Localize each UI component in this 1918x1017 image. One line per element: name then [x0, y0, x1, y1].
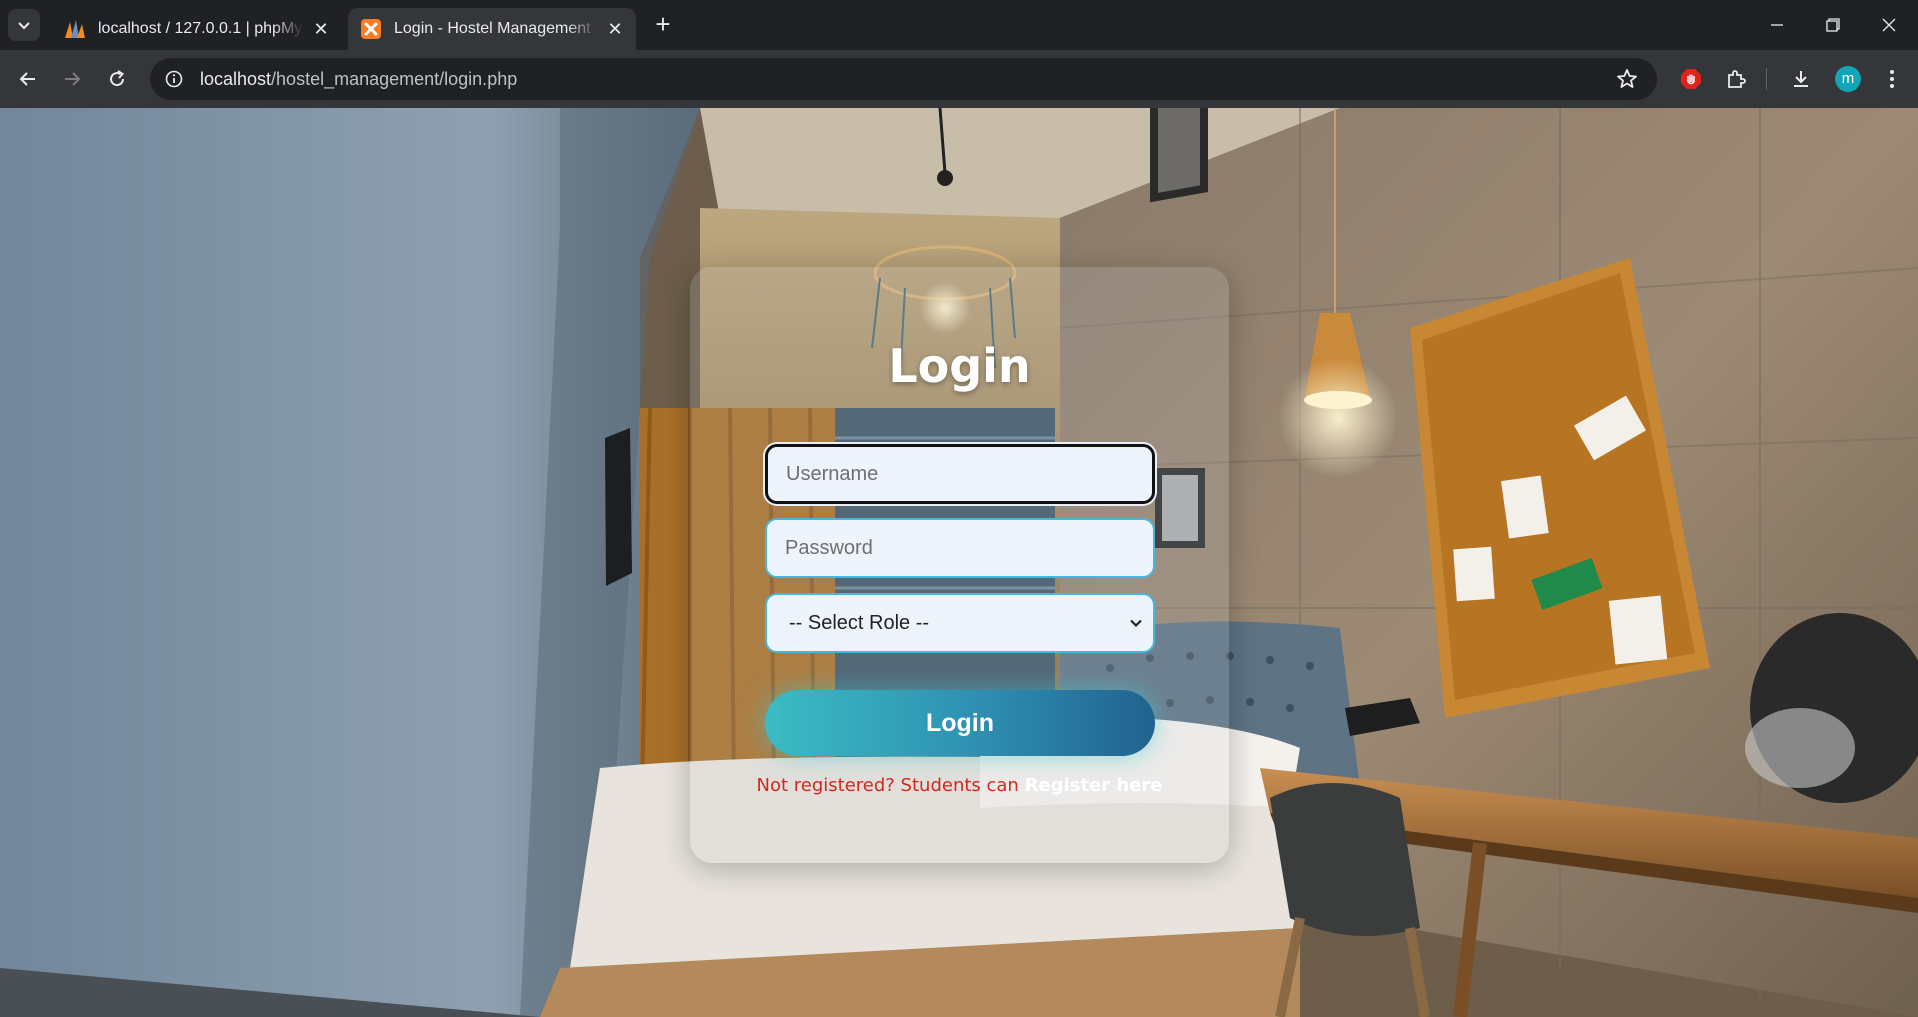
close-icon [1882, 18, 1896, 32]
password-input[interactable] [765, 518, 1155, 578]
forward-button[interactable] [56, 63, 88, 95]
restore-icon [1826, 18, 1840, 32]
role-select-value: -- Select Role -- [789, 611, 930, 634]
login-button[interactable]: Login [765, 690, 1155, 756]
arrow-left-icon [19, 72, 35, 86]
toolbar-separator [1766, 68, 1767, 90]
download-icon[interactable] [1787, 65, 1815, 93]
login-card: Login -- Select Role -- Login Not regist… [690, 267, 1229, 863]
restore-button[interactable] [1810, 10, 1856, 40]
tab-login[interactable]: Login - Hostel Management System ✕ [348, 8, 636, 50]
chevron-down-icon [18, 22, 30, 30]
phpmyadmin-icon [64, 18, 86, 40]
reload-button[interactable] [101, 63, 133, 95]
profile-avatar[interactable]: m [1835, 66, 1861, 92]
register-link[interactable]: Register here [1025, 775, 1163, 796]
url-host: localhost [200, 68, 272, 89]
tab-search-button[interactable] [8, 9, 40, 41]
register-prompt: Not registered? Students can Register he… [690, 775, 1229, 796]
close-tab-icon[interactable]: ✕ [312, 19, 330, 39]
username-input[interactable] [765, 444, 1155, 504]
login-title: Login [888, 339, 1031, 393]
extensions-puzzle-icon[interactable] [1722, 65, 1750, 93]
bookmark-star-icon[interactable] [1615, 67, 1639, 91]
xampp-icon [360, 18, 382, 40]
tab-phpmyadmin[interactable]: localhost / 127.0.0.1 | phpMyAdmin ✕ [52, 8, 342, 50]
browser-tab-strip: localhost / 127.0.0.1 | phpMyAdmin ✕ Log… [0, 0, 1918, 50]
kebab-menu-icon[interactable] [1878, 65, 1906, 93]
url-text[interactable]: localhost/hostel_management/login.php [200, 69, 517, 90]
new-tab-button[interactable]: + [650, 11, 676, 38]
tab-title: Login - Hostel Management System [394, 20, 598, 37]
back-button[interactable] [12, 63, 44, 95]
extension-adblock-icon[interactable] [1677, 65, 1705, 93]
url-path: /hostel_management/login.php [271, 68, 518, 89]
address-bar[interactable]: localhost/hostel_management/login.php [150, 58, 1657, 100]
role-select[interactable]: -- Select Role -- [765, 593, 1155, 653]
tab-title: localhost / 127.0.0.1 | phpMyAdmin [98, 20, 304, 37]
site-info-icon[interactable] [162, 67, 186, 91]
arrow-right-icon [65, 72, 81, 86]
reload-icon [110, 70, 125, 87]
page-viewport: Login -- Select Role -- Login Not regist… [0, 108, 1918, 1017]
chevron-down-icon [1130, 619, 1142, 628]
minimize-button[interactable] [1754, 10, 1800, 40]
close-window-button[interactable] [1866, 10, 1912, 40]
browser-toolbar: localhost/hostel_management/login.php [0, 50, 1918, 108]
close-tab-icon[interactable]: ✕ [606, 19, 624, 39]
register-prompt-text: Not registered? Students can [756, 775, 1025, 796]
minimize-icon [1771, 24, 1783, 26]
